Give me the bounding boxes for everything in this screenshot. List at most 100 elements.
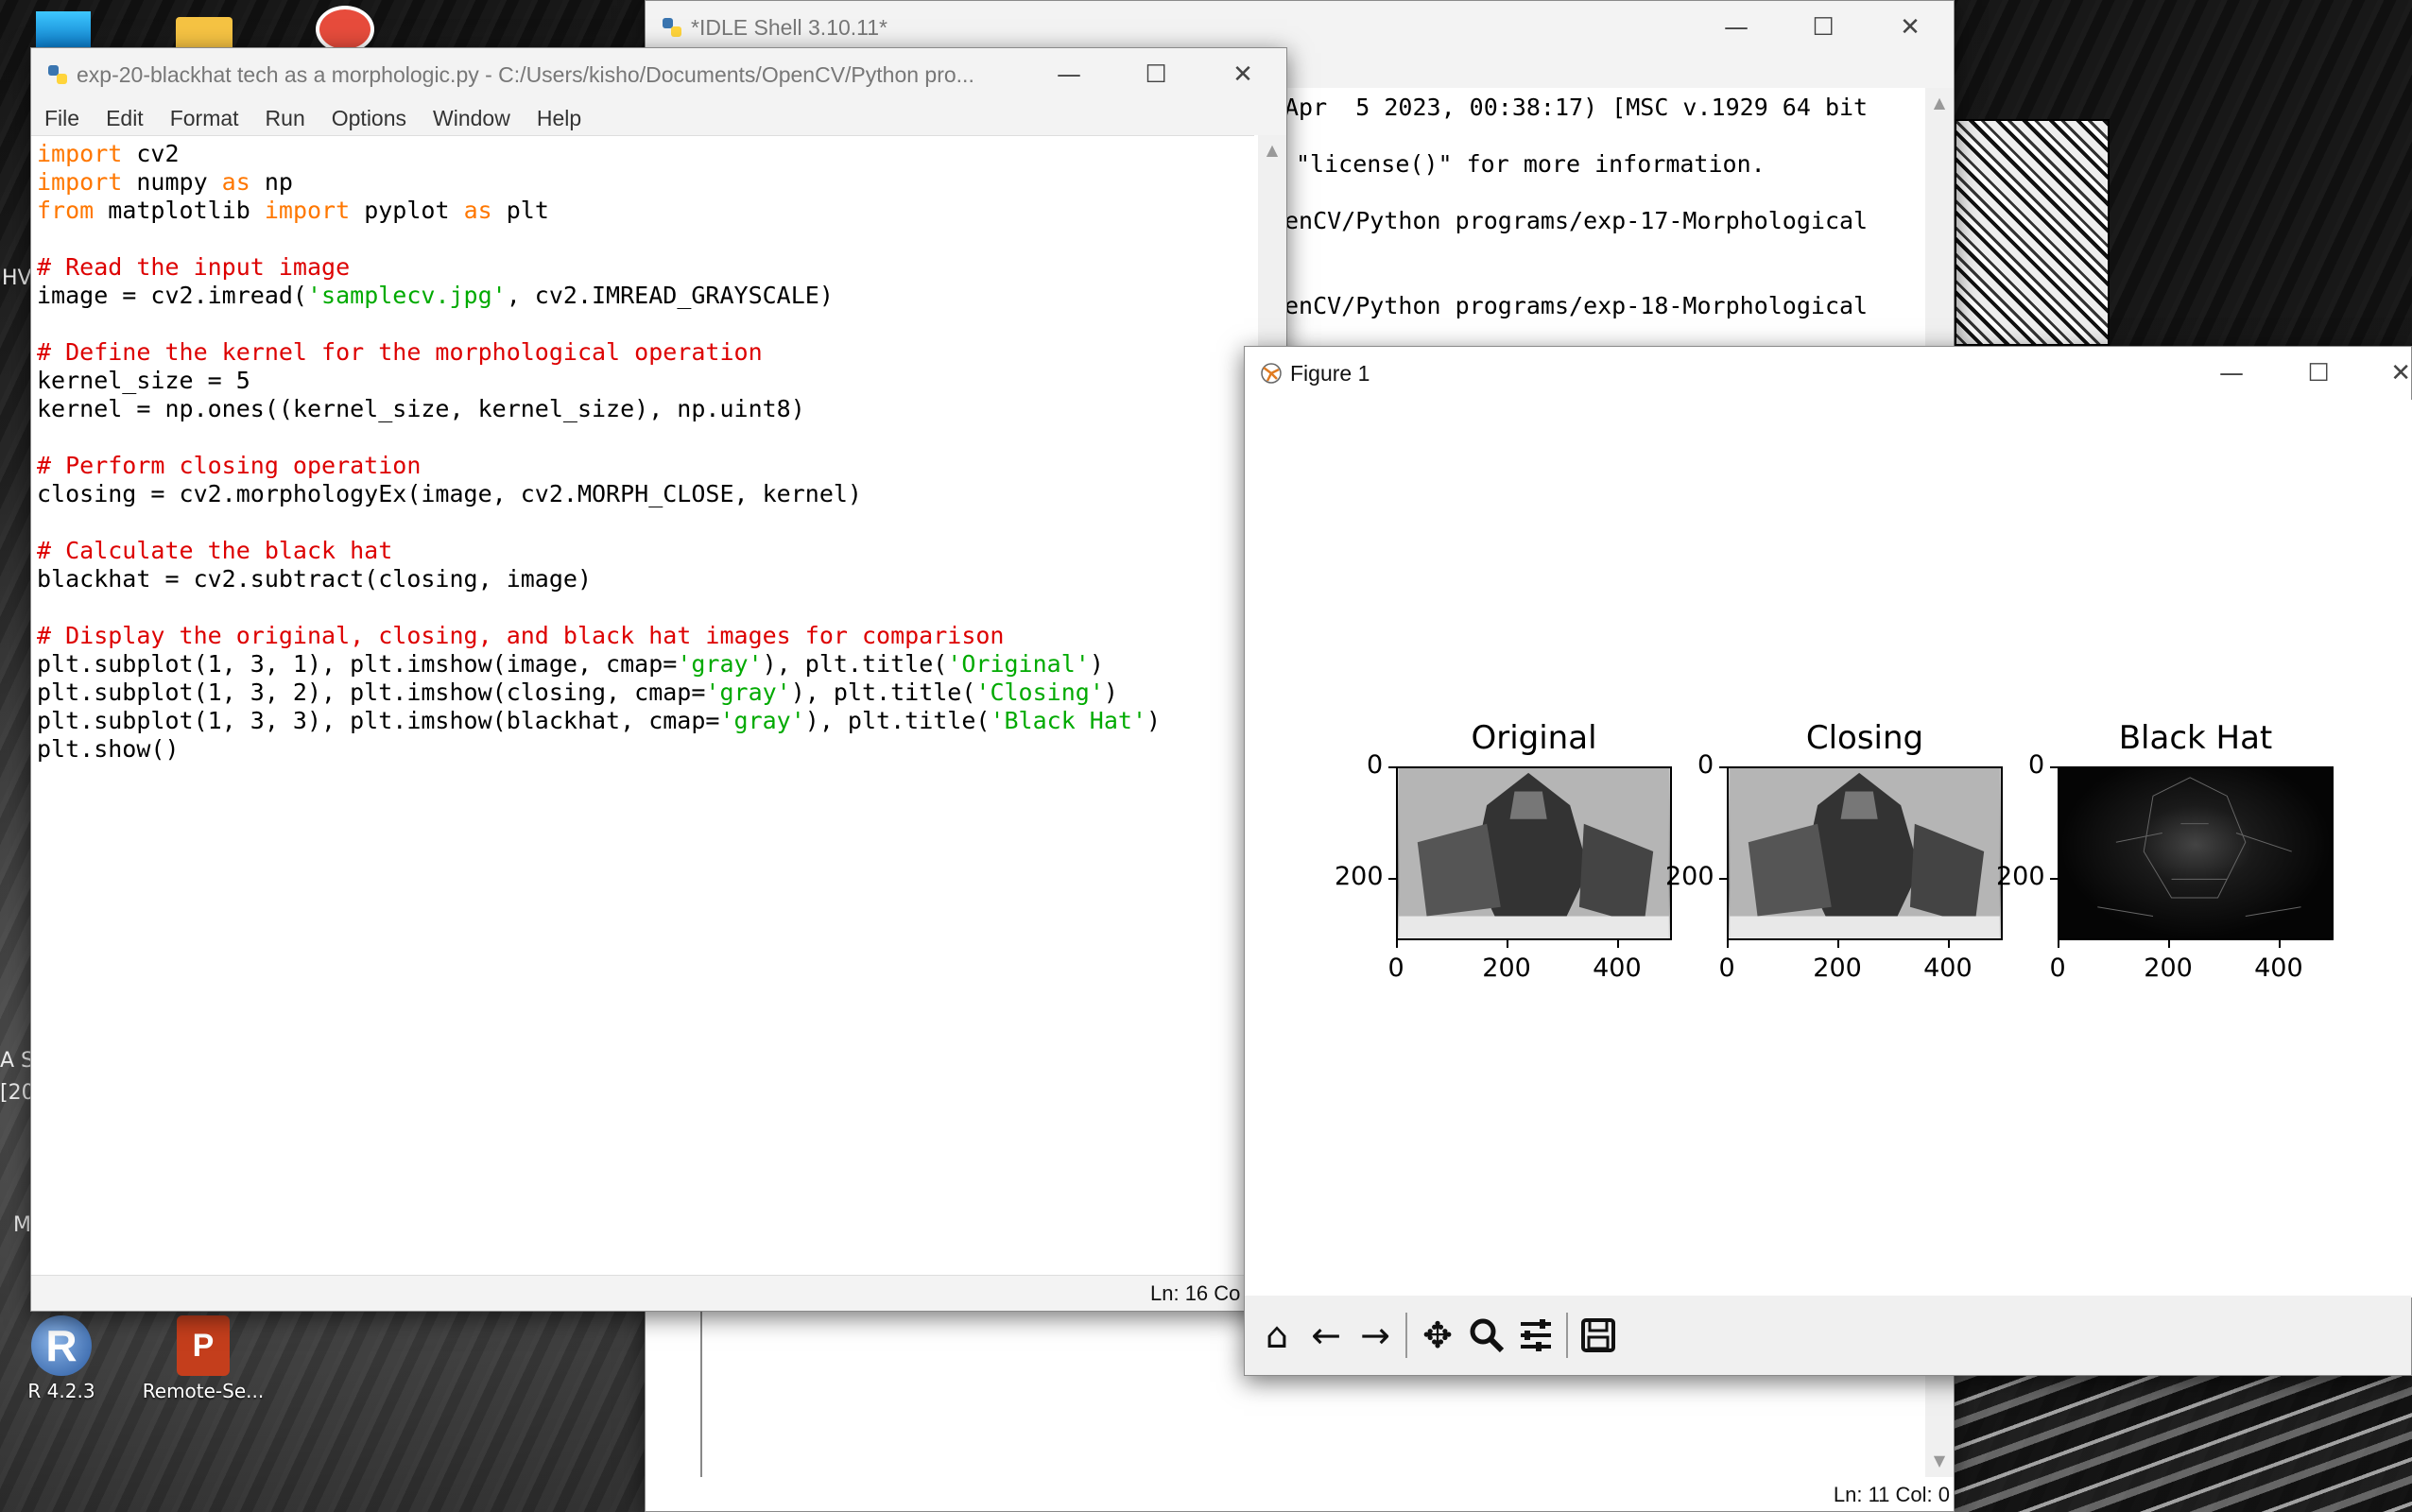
y-tick-mark [2050, 877, 2058, 880]
menu-help[interactable]: Help [537, 106, 581, 131]
shell-line: "license()" for more information. [1296, 150, 1766, 178]
code-token: blackhat = cv2.subtract(closing, image) [37, 565, 592, 593]
code-token: plt.show() [37, 735, 180, 763]
x-tick-label: 400 [1923, 954, 1973, 983]
close-button[interactable]: ✕ [1867, 1, 1954, 54]
save-icon[interactable] [1574, 1311, 1623, 1360]
shell-title: *IDLE Shell 3.10.11* [691, 14, 887, 40]
editor-window[interactable]: exp-20-blackhat tech as a morphologic.py… [30, 47, 1287, 1312]
recycle-bin-icon[interactable] [36, 11, 91, 49]
code-token: ), plt.title( [762, 650, 948, 678]
desktop-icon-r[interactable]: R R 4.2.3 [0, 1315, 123, 1402]
code-line: blackhat = cv2.subtract(closing, image) [37, 565, 592, 593]
code-token: ) [1089, 650, 1104, 678]
code-token: 'Black Hat' [990, 707, 1147, 734]
x-tick-mark [2058, 940, 2059, 948]
close-button[interactable]: ✕ [1199, 48, 1286, 101]
x-tick-label: 400 [2254, 954, 2303, 983]
editor-menubar: File Edit Format Run Options Window Help [31, 101, 1286, 135]
code-line: plt.subplot(1, 3, 2), plt.imshow(closing… [37, 679, 1118, 707]
code-token: closing = cv2.morphologyEx(image, cv2.MO… [37, 480, 862, 507]
code-token: plt.subplot(1, 3, 3), plt.imshow(blackha… [37, 707, 720, 734]
plot-canvas[interactable]: Original 0 200 0 200 400 Closing 0 200 0 200 400 Bla… [1245, 400, 2412, 1297]
maximize-button[interactable]: ☐ [2275, 347, 2362, 400]
x-tick-mark [1836, 940, 1839, 948]
menu-format[interactable]: Format [170, 106, 239, 131]
code-token: # Display the original, closing, and bla… [37, 622, 1005, 649]
code-line: kernel_size = 5 [37, 367, 250, 395]
code-token: kernel = np.ones((kernel_size, kernel_si… [37, 395, 805, 422]
code-token: np [250, 168, 293, 196]
code-token: plt.subplot(1, 3, 1), plt.imshow(image, … [37, 650, 678, 678]
minimize-button[interactable]: — [1693, 1, 1780, 54]
code-line: import numpy as np [37, 168, 293, 197]
minimize-button[interactable]: — [1025, 48, 1112, 101]
toolbar-separator [1566, 1313, 1568, 1358]
maximize-button[interactable]: ☐ [1112, 48, 1199, 101]
code-line: # Perform closing operation [37, 452, 421, 480]
y-tick-mark [1388, 766, 1396, 768]
code-token: as [221, 168, 250, 196]
subplot-image [2058, 766, 2334, 940]
scroll-up-icon[interactable]: ▲ [1925, 94, 1954, 112]
pan-icon[interactable]: ✥ [1413, 1311, 1462, 1360]
forward-icon[interactable]: → [1351, 1311, 1400, 1360]
code-token: 'gray' [705, 679, 791, 706]
zoom-icon[interactable] [1462, 1311, 1511, 1360]
back-icon[interactable]: ← [1301, 1311, 1351, 1360]
code-token: ) [1103, 679, 1118, 706]
owl-app-icon[interactable] [316, 6, 374, 53]
python-icon [663, 18, 681, 37]
code-editor[interactable]: import cv2 import numpy as np from matplot… [31, 135, 1254, 1277]
code-token: image = cv2.imread( [37, 282, 307, 309]
code-line: plt.subplot(1, 3, 3), plt.imshow(blackha… [37, 707, 1161, 735]
figure-titlebar[interactable]: Figure 1 — ☐ ✕ [1245, 347, 2411, 400]
x-tick-label: 200 [2144, 954, 2193, 983]
manga-image-thumbnail [1955, 119, 2110, 346]
code-token: matplotlib [94, 197, 265, 224]
shell-titlebar[interactable]: *IDLE Shell 3.10.11* — ☐ ✕ [646, 1, 1954, 54]
code-token: from [37, 197, 95, 224]
desktop-icon-remote-session[interactable]: P Remote-Se... [142, 1315, 265, 1402]
code-token: 'gray' [719, 707, 805, 734]
minimize-button[interactable]: — [2188, 347, 2275, 400]
x-tick-mark [2167, 940, 2170, 948]
code-token: import [264, 197, 351, 224]
code-token: ), plt.title( [790, 679, 976, 706]
menu-options[interactable]: Options [332, 106, 406, 131]
menu-run[interactable]: Run [266, 106, 305, 131]
shell-status: Ln: 11 Col: 0 [1833, 1483, 1950, 1506]
close-button[interactable]: ✕ [2362, 347, 2411, 400]
code-token: import [37, 168, 123, 196]
shell-divider [700, 1307, 702, 1477]
menu-file[interactable]: File [44, 106, 79, 131]
r-logo-icon: R [31, 1315, 92, 1376]
y-tick-label: 200 [1665, 861, 1714, 891]
home-icon[interactable]: ⌂ [1252, 1311, 1301, 1360]
menu-window[interactable]: Window [433, 106, 510, 131]
scroll-up-icon[interactable]: ▲ [1258, 141, 1286, 159]
code-token: plt [491, 197, 549, 224]
code-token: numpy [122, 168, 222, 196]
y-tick-label: 200 [1335, 861, 1384, 891]
folder-icon[interactable] [176, 17, 233, 51]
code-line: # Display the original, closing, and bla… [37, 622, 1005, 650]
desktop-edge-text: M [13, 1213, 31, 1237]
code-token: 'Original' [947, 650, 1090, 678]
code-token: plt.subplot(1, 3, 2), plt.imshow(closing… [37, 679, 706, 706]
shell-line: enCV/Python programs/exp-18-Morphologica… [1284, 292, 1869, 319]
configure-icon[interactable] [1511, 1311, 1560, 1360]
figure-title: Figure 1 [1290, 360, 1370, 386]
figure-window[interactable]: Figure 1 — ☐ ✕ Original 0 200 0 200 400 Closin… [1244, 346, 2412, 1376]
y-tick-mark [1719, 877, 1727, 880]
editor-titlebar[interactable]: exp-20-blackhat tech as a morphologic.py… [31, 48, 1286, 101]
desktop-icon-label: R 4.2.3 [27, 1380, 95, 1402]
menu-edit[interactable]: Edit [106, 106, 144, 131]
subplot-image [1727, 766, 2003, 940]
maximize-button[interactable]: ☐ [1780, 1, 1867, 54]
powerpoint-icon: P [177, 1315, 230, 1376]
desktop-wallpaper-detail [1947, 1361, 2412, 1512]
scroll-down-icon[interactable]: ▼ [1925, 1452, 1954, 1469]
subplot-title: Original [1471, 719, 1597, 757]
code-token: # Define the kernel for the morphologica… [37, 338, 763, 366]
